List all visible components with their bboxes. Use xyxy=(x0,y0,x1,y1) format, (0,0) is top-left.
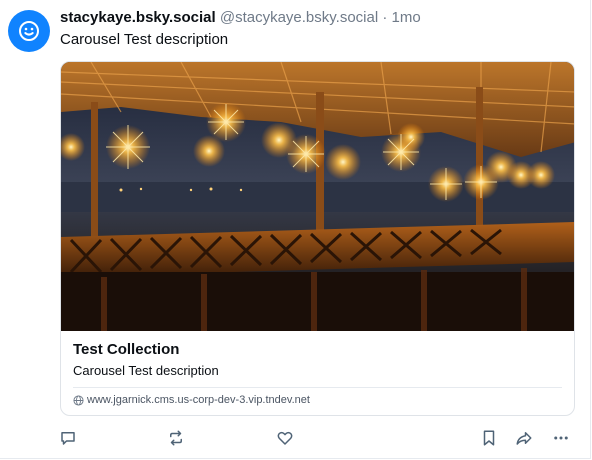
share-icon xyxy=(516,432,532,445)
repost-button[interactable] xyxy=(164,426,188,450)
bookmark-icon xyxy=(483,430,495,446)
embed-title: Test Collection xyxy=(73,341,180,358)
globe-icon xyxy=(73,394,84,406)
bookmark-button[interactable] xyxy=(477,426,501,450)
separator: · xyxy=(382,9,388,26)
post-text: Carousel Test description xyxy=(60,31,229,48)
smiley-face-icon xyxy=(19,21,39,41)
embed-url-text: www.jgarnick.cms.us-corp-dev-3.vip.tndev… xyxy=(87,394,310,406)
post-actions-bar xyxy=(0,426,591,450)
repost-icon xyxy=(170,430,182,446)
reply-button[interactable] xyxy=(56,426,80,450)
heart-icon xyxy=(277,431,293,445)
post-header: stacykaye.bsky.social @stacykaye.bsky.so… xyxy=(60,9,421,27)
timestamp[interactable]: 1mo xyxy=(392,9,421,26)
embed-divider xyxy=(73,387,562,388)
share-button[interactable] xyxy=(512,426,536,450)
more-options-button[interactable] xyxy=(549,426,573,450)
avatar[interactable] xyxy=(8,10,50,52)
reply-icon xyxy=(61,432,75,445)
embed-description: Carousel Test description xyxy=(73,363,219,378)
display-name[interactable]: stacykaye.bsky.social xyxy=(60,9,216,26)
like-button[interactable] xyxy=(273,426,297,450)
more-options-icon xyxy=(554,436,568,440)
embed-thumbnail-image xyxy=(61,62,574,331)
embed-url[interactable]: www.jgarnick.cms.us-corp-dev-3.vip.tndev… xyxy=(73,393,310,407)
link-embed-card[interactable]: Test Collection Carousel Test descriptio… xyxy=(60,61,575,416)
handle[interactable]: @stacykaye.bsky.social xyxy=(220,9,378,26)
post-card[interactable]: stacykaye.bsky.social @stacykaye.bsky.so… xyxy=(0,0,591,459)
